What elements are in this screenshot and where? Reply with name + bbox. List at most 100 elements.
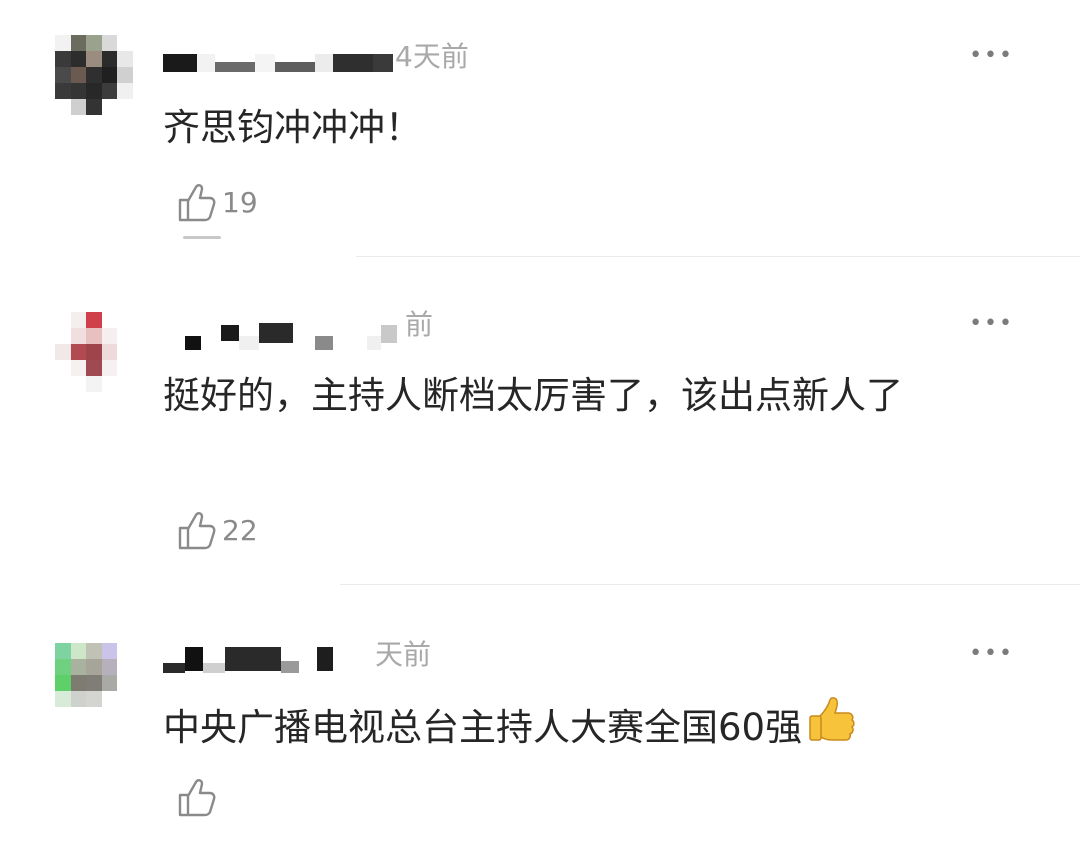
comment-time: 前	[405, 308, 434, 341]
avatar-pixel	[101, 344, 118, 360]
avatar-pixel	[86, 35, 102, 51]
avatar-pixel	[86, 312, 102, 328]
more-options-icon[interactable]: •••	[969, 45, 1014, 67]
avatar[interactable]	[55, 312, 133, 392]
comment-text: 齐思钧冲冲冲！	[163, 106, 422, 149]
avatar-pixel	[117, 328, 133, 344]
avatar-pixel	[55, 643, 71, 659]
comment-text: 挺好的，主持人断档太厉害了，该出点新人了	[163, 374, 903, 417]
avatar-pixel	[117, 691, 133, 707]
avatar-pixel	[55, 675, 71, 691]
avatar-pixel	[117, 83, 133, 99]
avatar-pixel	[70, 376, 87, 392]
avatar-pixel	[86, 328, 102, 344]
avatar-pixel	[70, 312, 87, 328]
avatar-pixel	[101, 99, 118, 115]
like-button[interactable]: 19	[174, 180, 258, 224]
username-redacted[interactable]	[163, 48, 393, 78]
avatar-pixel	[55, 67, 71, 83]
avatar-pixel	[55, 376, 71, 392]
avatar-pixel	[117, 344, 133, 360]
avatar-pixel	[55, 312, 71, 328]
comment-text: 中央广播电视总台主持人大赛全国60强	[163, 694, 1010, 756]
avatar-pixel	[101, 83, 118, 99]
avatar-pixel	[101, 659, 118, 675]
avatar-pixel	[55, 360, 71, 376]
avatar-pixel	[55, 691, 71, 707]
avatar-pixel	[86, 643, 102, 659]
avatar-pixel	[70, 691, 87, 707]
avatar-pixel	[86, 659, 102, 675]
more-options-icon[interactable]: •••	[969, 313, 1014, 335]
avatar-pixel	[117, 659, 133, 675]
avatar-pixel	[86, 83, 102, 99]
avatar-pixel	[70, 675, 87, 691]
avatar-pixel	[101, 691, 118, 707]
thumbs-up-icon	[178, 184, 216, 222]
comment-time: 4天前	[395, 40, 469, 73]
avatar-pixel	[70, 67, 87, 83]
like-button[interactable]	[174, 775, 222, 819]
avatar-pixel	[70, 51, 87, 67]
avatar-pixel	[117, 643, 133, 659]
avatar-pixel	[101, 376, 118, 392]
avatar[interactable]	[55, 35, 133, 115]
avatar-pixel	[86, 99, 102, 115]
avatar-pixel	[70, 707, 87, 723]
avatar-pixel	[86, 376, 102, 392]
avatar-pixel	[55, 659, 71, 675]
avatar-pixel	[55, 99, 71, 115]
avatar-pixel	[70, 360, 87, 376]
avatar-pixel	[70, 83, 87, 99]
divider	[340, 584, 1080, 585]
avatar-pixel	[70, 659, 87, 675]
like-button[interactable]: 22	[174, 508, 258, 552]
thumbs-up-emoji-icon	[809, 697, 855, 741]
comment-text-content: 中央广播电视总台主持人大赛全国60强	[163, 706, 803, 749]
divider	[356, 256, 1080, 257]
avatar-pixel	[86, 707, 102, 723]
avatar-pixel	[55, 51, 71, 67]
avatar-pixel	[117, 67, 133, 83]
avatar-pixel	[101, 328, 118, 344]
avatar-pixel	[55, 35, 71, 51]
avatar-pixel	[86, 51, 102, 67]
avatar[interactable]	[55, 643, 133, 723]
avatar-pixel	[101, 67, 118, 83]
avatar-pixel	[70, 99, 87, 115]
avatar-pixel	[86, 691, 102, 707]
avatar-pixel	[101, 35, 118, 51]
avatar-pixel	[101, 360, 118, 376]
avatar-pixel	[55, 707, 71, 723]
avatar-pixel	[86, 67, 102, 83]
avatar-pixel	[70, 344, 87, 360]
tab-underline	[183, 236, 221, 239]
like-count: 22	[222, 513, 258, 547]
avatar-pixel	[117, 376, 133, 392]
avatar-pixel	[86, 360, 102, 376]
avatar-pixel	[117, 51, 133, 67]
username-redacted[interactable]	[163, 645, 333, 673]
thumbs-up-icon	[178, 779, 216, 817]
avatar-pixel	[86, 675, 102, 691]
avatar-pixel	[117, 360, 133, 376]
avatar-pixel	[117, 675, 133, 691]
avatar-pixel	[117, 707, 133, 723]
avatar-pixel	[55, 344, 71, 360]
avatar-pixel	[117, 312, 133, 328]
avatar-pixel	[101, 675, 118, 691]
more-options-icon[interactable]: •••	[969, 643, 1014, 665]
avatar-pixel	[70, 643, 87, 659]
avatar-pixel	[101, 312, 118, 328]
avatar-pixel	[101, 707, 118, 723]
avatar-pixel	[101, 643, 118, 659]
avatar-pixel	[117, 35, 133, 51]
thumbs-up-icon	[178, 512, 216, 550]
avatar-pixel	[70, 328, 87, 344]
avatar-pixel	[55, 83, 71, 99]
comment-time: 天前	[375, 638, 432, 671]
avatar-pixel	[70, 35, 87, 51]
avatar-pixel	[117, 99, 133, 115]
like-count: 19	[222, 185, 258, 219]
username-redacted[interactable]	[163, 312, 397, 352]
